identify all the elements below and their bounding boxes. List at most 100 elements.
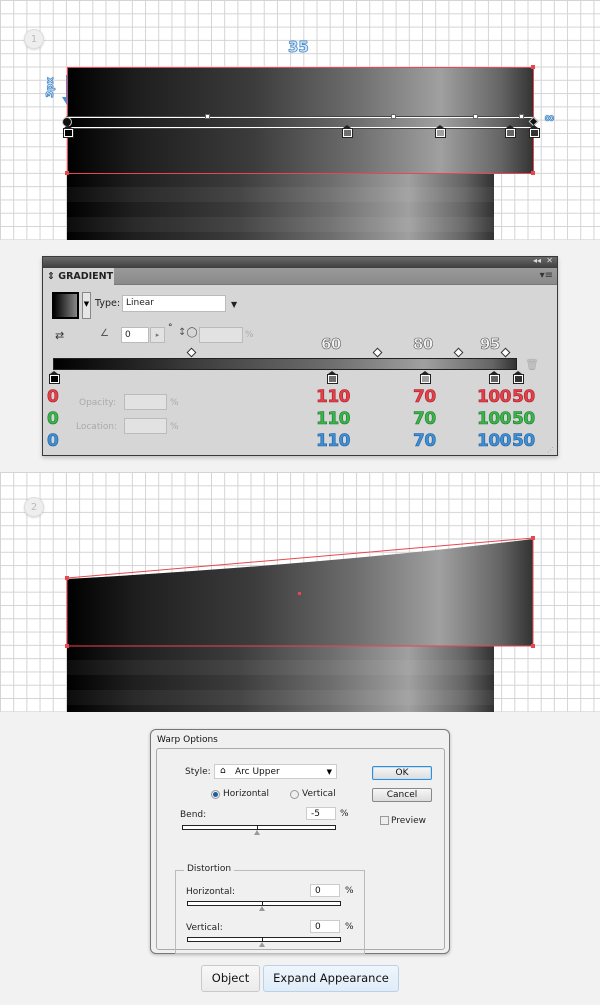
anchor-point	[531, 644, 535, 648]
vertical-radio-label: Vertical	[302, 789, 336, 799]
percent-label: %	[345, 922, 354, 932]
dialog-title: Warp Options	[157, 735, 218, 745]
bend-input[interactable]: -5	[306, 807, 336, 820]
swatch-dropdown[interactable]: ▼	[82, 292, 91, 319]
anchor-point[interactable]	[65, 171, 69, 175]
height-dimension-label: 3px	[44, 77, 57, 98]
collapse-icon[interactable]: ◂◂	[533, 256, 541, 265]
annotator-stop[interactable]	[342, 125, 353, 138]
panel-tabbar: ⇕ GRADIENT ▾≡	[43, 268, 557, 286]
angle-stepper[interactable]: ▸	[150, 327, 165, 343]
midpoint-handle[interactable]	[473, 114, 478, 119]
anchor-point	[65, 576, 69, 580]
trash-icon[interactable]: 🗑	[525, 358, 539, 371]
chevron-down-icon: ▼	[326, 768, 332, 776]
gradient-panel: ◂◂ ✕ ⇕ GRADIENT ▾≡ ▼ Type: Linear ▼ ⇄ ∠ …	[42, 256, 558, 456]
annotator-stop[interactable]	[63, 125, 74, 138]
horizontal-radio[interactable]	[211, 790, 220, 799]
menu-object-button[interactable]: Object	[201, 965, 260, 992]
gradient-swatch[interactable]	[52, 292, 79, 319]
bend-slider-thumb[interactable]	[254, 830, 260, 835]
aspect-ratio-icon: ↕◯	[178, 327, 198, 338]
close-icon[interactable]: ✕	[546, 256, 553, 265]
dist-vertical-input[interactable]: 0	[310, 920, 340, 933]
ok-button[interactable]: OK	[372, 766, 432, 780]
stop-green-value: 50	[512, 409, 536, 430]
stop-green-value: 70	[413, 409, 437, 430]
dist-horizontal-input[interactable]: 0	[310, 884, 340, 897]
horizontal-radio-label: Horizontal	[223, 789, 269, 799]
percent-label: %	[245, 330, 254, 340]
color-stop[interactable]	[420, 371, 431, 384]
distortion-group: Distortion Horizontal: 0 % Vertical: 0 %	[175, 864, 365, 954]
percent-label: %	[170, 422, 179, 432]
anchor-point[interactable]	[531, 65, 535, 69]
midpoint-diamond[interactable]	[372, 347, 383, 358]
midpoint-diamond[interactable]	[500, 347, 511, 358]
anchor-point	[531, 536, 535, 540]
gradient-slider-bar[interactable]	[53, 358, 517, 370]
gradient-annotator[interactable]	[66, 117, 534, 128]
stop-blue-value: 50	[512, 431, 536, 452]
aspect-ratio-input	[199, 327, 243, 343]
arc-upper-icon: ⌂	[220, 766, 226, 776]
stop-blue-value: 100	[477, 431, 512, 452]
infinity-icon: ∞	[544, 111, 555, 127]
type-label: Type:	[95, 298, 121, 309]
midpoint-annotation: 95	[480, 335, 501, 354]
annotator-stop[interactable]	[529, 125, 540, 138]
resize-grip-icon[interactable]: ⋰	[547, 446, 554, 454]
stop-red-value: 50	[512, 387, 536, 408]
stop-red-value: 0	[47, 387, 59, 408]
opacity-label: Opacity:	[79, 398, 116, 408]
width-dimension-label: 35	[288, 38, 309, 57]
annotator-stop[interactable]	[505, 125, 516, 138]
stop-red-value: 70	[413, 387, 437, 408]
stop-blue-value: 110	[316, 431, 351, 452]
anchor-point[interactable]	[531, 171, 535, 175]
chevron-down-icon[interactable]: ▼	[231, 300, 237, 309]
bend-label: Bend:	[180, 810, 207, 820]
midpoint-diamond[interactable]	[453, 347, 464, 358]
color-stop[interactable]	[49, 371, 60, 384]
pipe-body	[67, 173, 494, 240]
step-badge: 1	[24, 29, 44, 49]
color-stop[interactable]	[489, 371, 500, 384]
panel-titlebar[interactable]: ◂◂ ✕	[43, 256, 557, 268]
preview-label: Preview	[391, 816, 427, 826]
color-stop[interactable]	[327, 371, 338, 384]
annotator-stop[interactable]	[435, 125, 446, 138]
stop-blue-value: 70	[413, 431, 437, 452]
dist-horizontal-thumb[interactable]	[259, 906, 265, 911]
cancel-button[interactable]: Cancel	[372, 788, 432, 802]
midpoint-annotation: 60	[321, 335, 342, 354]
tab-gradient[interactable]: ⇕ GRADIENT	[43, 268, 114, 286]
angle-input[interactable]: 0	[121, 327, 149, 343]
opacity-input	[124, 394, 167, 410]
panel-menu-icon[interactable]: ▾≡	[540, 270, 553, 281]
midpoint-handle[interactable]	[519, 114, 524, 119]
vertical-radio[interactable]	[290, 790, 299, 799]
dialog-body: Style: ⌂ Arc Upper ▼ Horizontal Vertical…	[156, 748, 445, 954]
warped-cap[interactable]	[0, 472, 600, 712]
preview-checkbox[interactable]	[380, 816, 389, 825]
reverse-gradient-icon[interactable]: ⇄	[55, 329, 64, 342]
stop-blue-value: 0	[47, 431, 59, 452]
sort-arrows-icon: ⇕	[47, 271, 55, 282]
midpoint-handle[interactable]	[205, 114, 210, 119]
color-stop[interactable]	[513, 371, 524, 384]
tab-label: GRADIENT	[58, 271, 114, 282]
midpoint-handle[interactable]	[391, 114, 396, 119]
midpoint-diamond[interactable]	[186, 347, 197, 358]
degree-symbol: °	[168, 323, 173, 333]
dist-vertical-label: Vertical:	[186, 923, 223, 933]
style-select[interactable]: ⌂ Arc Upper ▼	[214, 764, 337, 779]
dist-vertical-thumb[interactable]	[259, 942, 265, 947]
type-select[interactable]: Linear	[122, 295, 226, 312]
distortion-label: Distortion	[184, 864, 235, 874]
stop-red-value: 110	[316, 387, 351, 408]
stop-green-value: 0	[47, 409, 59, 430]
location-input	[124, 418, 167, 434]
midpoint-annotation: 80	[413, 335, 434, 354]
menu-expand-appearance-button[interactable]: Expand Appearance	[263, 965, 399, 992]
